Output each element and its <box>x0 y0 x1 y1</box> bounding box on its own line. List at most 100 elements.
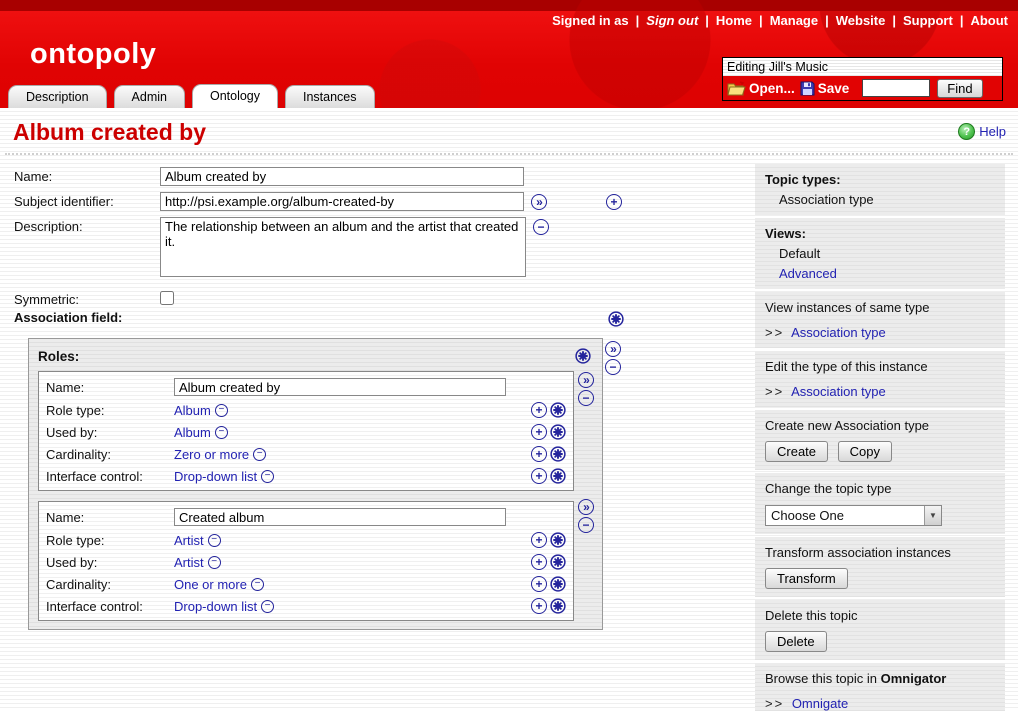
nav-home[interactable]: Home <box>716 13 752 28</box>
used-by-label: Used by: <box>46 425 174 440</box>
omnigate-link[interactable]: Omnigate <box>792 696 848 711</box>
topic-type-select-value: Choose One <box>766 508 924 523</box>
copy-button[interactable]: Copy <box>838 441 892 462</box>
views-label: Views: <box>765 226 995 241</box>
edit-type-link[interactable]: Association type <box>791 384 886 399</box>
add-interface-control-icon[interactable]: + <box>531 598 547 614</box>
remove-description-icon[interactable]: − <box>533 219 549 235</box>
delete-button[interactable]: Delete <box>765 631 827 652</box>
interface-control-label: Interface control: <box>46 469 174 484</box>
view-advanced-link[interactable]: Advanced <box>779 266 837 281</box>
add-interface-control-icon[interactable]: + <box>531 468 547 484</box>
cardinality-row: Cardinality: Zero or more − + <box>46 443 566 465</box>
edit-interface-control-icon[interactable] <box>550 598 566 614</box>
edit-cardinality-icon[interactable] <box>550 446 566 462</box>
edit-cardinality-icon[interactable] <box>550 576 566 592</box>
goto-role-1-icon[interactable]: » <box>578 372 594 388</box>
topicmap-toolbar: Editing Jill's Music Open... Save Find <box>722 57 1003 101</box>
subject-identifier-label: Subject identifier: <box>14 192 160 209</box>
edit-used-by-icon[interactable] <box>550 554 566 570</box>
signed-in-as-label: Signed in as <box>552 13 629 28</box>
cardinality-label: Cardinality: <box>46 577 174 592</box>
used-by-label: Used by: <box>46 555 174 570</box>
help-button[interactable]: ? Help <box>958 123 1006 140</box>
nav-support[interactable]: Support <box>903 13 953 28</box>
edit-role-type-icon[interactable] <box>550 532 566 548</box>
role-name-input[interactable] <box>174 508 506 526</box>
remove-role-2-icon[interactable]: − <box>578 517 594 533</box>
nav-manage[interactable]: Manage <box>770 13 818 28</box>
find-button[interactable]: Find <box>937 79 982 98</box>
description-textarea[interactable]: The relationship between an album and th… <box>160 217 526 277</box>
remove-role-type-icon[interactable]: − <box>208 534 221 547</box>
tab-ontology[interactable]: Ontology <box>192 84 278 108</box>
edit-interface-control-icon[interactable] <box>550 468 566 484</box>
interface-control-row: Interface control: Drop-down list − + <box>46 465 566 487</box>
nav-separator: | <box>892 13 896 28</box>
symmetric-label: Symmetric: <box>14 290 160 307</box>
interface-control-link[interactable]: Drop-down list <box>174 469 257 484</box>
cardinality-link[interactable]: One or more <box>174 577 247 592</box>
remove-cardinality-icon[interactable]: − <box>253 448 266 461</box>
cardinality-link[interactable]: Zero or more <box>174 447 249 462</box>
cardinality-row: Cardinality: One or more − + <box>46 573 566 595</box>
role-type-link[interactable]: Artist <box>174 533 204 548</box>
remove-interface-control-icon[interactable]: − <box>261 470 274 483</box>
view-instances-section: View instances of same type >> Associati… <box>755 292 1005 348</box>
tab-description[interactable]: Description <box>8 85 107 108</box>
open-button[interactable]: Open... <box>727 81 795 96</box>
change-type-section: Change the topic type Choose One ▼ <box>755 473 1005 534</box>
association-field-row: Association field: <box>14 310 122 325</box>
role-type-link[interactable]: Album <box>174 403 211 418</box>
view-instances-label: View instances of same type <box>765 300 995 315</box>
topic-types-section: Topic types: Association type <box>755 164 1005 215</box>
nav-website[interactable]: Website <box>836 13 886 28</box>
add-role-type-icon[interactable]: + <box>531 532 547 548</box>
remove-interface-control-icon[interactable]: − <box>261 600 274 613</box>
remove-role-type-icon[interactable]: − <box>215 404 228 417</box>
roles-header: Roles: <box>38 345 593 367</box>
tab-instances[interactable]: Instances <box>285 85 375 108</box>
transform-button[interactable]: Transform <box>765 568 848 589</box>
search-input[interactable] <box>862 79 930 97</box>
add-role-type-icon[interactable]: + <box>531 402 547 418</box>
add-used-by-icon[interactable]: + <box>531 424 547 440</box>
name-input[interactable] <box>160 167 524 186</box>
add-subject-identifier-icon[interactable]: + <box>606 194 622 210</box>
select-arrow-icon: ▼ <box>924 506 941 525</box>
remove-used-by-icon[interactable]: − <box>208 556 221 569</box>
edit-role-type-icon[interactable] <box>550 402 566 418</box>
subject-identifier-input[interactable] <box>160 192 524 211</box>
link-prefix: >> <box>765 384 784 399</box>
nav-about[interactable]: About <box>970 13 1008 28</box>
nav-sign-out[interactable]: Sign out <box>646 13 698 28</box>
association-field-edit-icon[interactable] <box>608 311 624 327</box>
transform-section: Transform association instances Transfor… <box>755 537 1005 597</box>
views-section: Views: Default Advanced <box>755 218 1005 289</box>
role-name-label: Name: <box>46 510 174 525</box>
topic-type-select[interactable]: Choose One ▼ <box>765 505 942 526</box>
goto-subject-identifier-icon[interactable]: » <box>531 194 547 210</box>
roles-edit-icon[interactable] <box>575 348 591 364</box>
remove-cardinality-icon[interactable]: − <box>251 578 264 591</box>
remove-used-by-icon[interactable]: − <box>215 426 228 439</box>
add-used-by-icon[interactable]: + <box>531 554 547 570</box>
goto-roles-icon[interactable]: » <box>605 341 621 357</box>
view-instances-link[interactable]: Association type <box>791 325 886 340</box>
used-by-link[interactable]: Album <box>174 425 211 440</box>
edit-used-by-icon[interactable] <box>550 424 566 440</box>
role-type-row: Role type: Artist − + <box>46 529 566 551</box>
role-name-input[interactable] <box>174 378 506 396</box>
add-cardinality-icon[interactable]: + <box>531 446 547 462</box>
create-button[interactable]: Create <box>765 441 828 462</box>
save-button[interactable]: Save <box>800 81 850 96</box>
topic-types-label: Topic types: <box>765 172 995 187</box>
tab-admin[interactable]: Admin <box>114 85 185 108</box>
used-by-link[interactable]: Artist <box>174 555 204 570</box>
interface-control-link[interactable]: Drop-down list <box>174 599 257 614</box>
goto-role-2-icon[interactable]: » <box>578 499 594 515</box>
remove-roles-icon[interactable]: − <box>605 359 621 375</box>
add-cardinality-icon[interactable]: + <box>531 576 547 592</box>
remove-role-1-icon[interactable]: − <box>578 390 594 406</box>
symmetric-checkbox[interactable] <box>160 291 174 305</box>
